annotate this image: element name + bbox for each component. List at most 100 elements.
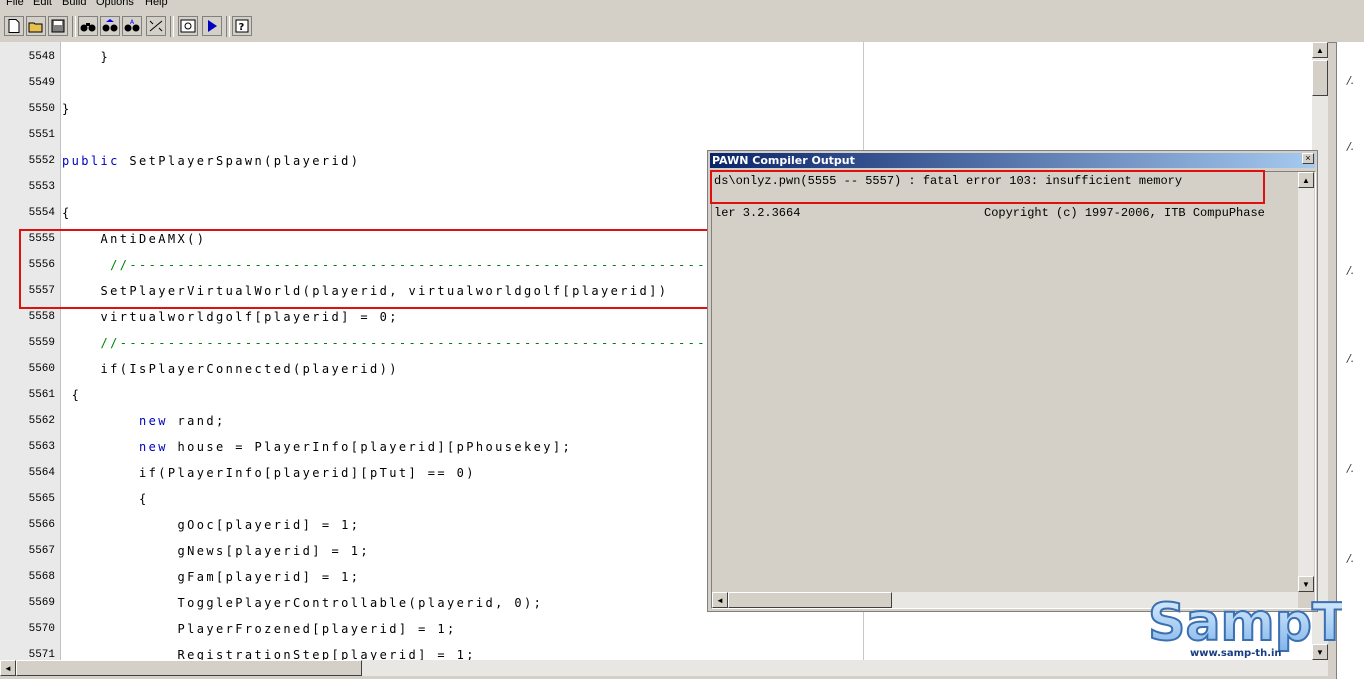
code-line: gNews[playerid] = 1; (62, 544, 370, 558)
code-line: TogglePlayerControllable(playerid, 0); (62, 596, 543, 610)
compile-icon[interactable] (178, 16, 198, 36)
samp-th-logo: SampTh www.samp-th.in (1147, 592, 1342, 659)
code-line: new rand; (62, 414, 226, 428)
code-text: if(PlayerInfo[playerid][pTut] == 0) (62, 466, 476, 480)
code-line: gFam[playerid] = 1; (62, 570, 360, 584)
logo-url: www.samp-th.in (1190, 648, 1282, 659)
panel-mark: /. (1347, 552, 1355, 565)
menu-help[interactable]: Help (145, 0, 168, 8)
find-next-icon[interactable] (100, 16, 120, 36)
compiler-output-text[interactable]: ds\onlyz.pwn(5555 -- 5557) : fatal error… (711, 171, 1316, 609)
toolbar: A ? (0, 12, 1364, 43)
open-folder-icon[interactable] (26, 16, 46, 36)
code-text: } (62, 102, 72, 116)
panel-mark: /. (1347, 462, 1355, 475)
scroll-left-icon[interactable]: ◄ (0, 660, 16, 676)
line-number: 5560 (28, 363, 55, 375)
scrollbar-thumb[interactable] (1312, 60, 1328, 96)
close-icon[interactable]: × (1302, 153, 1314, 164)
panel-mark: /. (1347, 264, 1355, 277)
menu-options[interactable]: Options (96, 0, 134, 8)
line-number: 5565 (28, 493, 55, 505)
code-line: } (62, 102, 72, 116)
line-number: 5562 (28, 415, 55, 427)
find-icon[interactable] (78, 16, 98, 36)
line-number: 5551 (28, 129, 55, 141)
code-text: { (62, 388, 82, 402)
line-number: 5550 (28, 103, 55, 115)
code-line: { (62, 388, 81, 402)
goto-line-icon[interactable] (146, 16, 166, 36)
panel-mark: /. (1347, 140, 1355, 153)
save-icon[interactable] (48, 16, 68, 36)
line-number: 5566 (28, 519, 55, 531)
scrollbar-thumb[interactable] (16, 660, 362, 676)
comment: //--------------------------------------… (62, 336, 717, 350)
code-text: PlayerFrozened[playerid] = 1; (62, 622, 457, 636)
code-line: { (62, 206, 72, 220)
line-number: 5554 (28, 207, 55, 219)
code-text: if(IsPlayerConnected(playerid)) (62, 362, 399, 376)
copyright-notice: Copyright (c) 1997-2006, ITB CompuPhase (984, 206, 1265, 220)
editor-horizontal-scrollbar[interactable]: ◄ (0, 660, 1328, 676)
scroll-up-icon[interactable]: ▲ (1298, 172, 1314, 188)
panel-mark: /. (1347, 352, 1355, 365)
scrollbar-thumb[interactable] (728, 592, 892, 608)
line-number: 5548 (28, 51, 55, 63)
menu-build[interactable]: Build (62, 0, 86, 8)
line-number: 5559 (28, 337, 55, 349)
output-vertical-scrollbar[interactable]: ▲ ▼ (1298, 172, 1314, 592)
code-line: new house = PlayerInfo[playerid][pPhouse… (62, 440, 572, 454)
code-text: gOoc[playerid] = 1; (62, 518, 361, 532)
code-text: virtualworldgolf[playerid] = 0; (62, 310, 399, 324)
code-line: gOoc[playerid] = 1; (62, 518, 360, 532)
code-line: virtualworldgolf[playerid] = 0; (62, 310, 399, 324)
line-number: 5567 (28, 545, 55, 557)
code-line: { (62, 492, 149, 506)
keyword: new (62, 440, 168, 454)
code-line: } (62, 50, 110, 64)
svg-text:?: ? (239, 22, 245, 33)
scroll-left-icon[interactable]: ◄ (712, 592, 728, 608)
code-text: RegistrationStep[playerid] = 1; (62, 648, 476, 660)
menu-bar: File Edit Build Options Help (0, 0, 1364, 12)
line-number: 5552 (28, 155, 55, 167)
run-icon[interactable] (202, 16, 222, 36)
scroll-up-icon[interactable]: ▲ (1312, 42, 1328, 58)
code-text: } (62, 50, 111, 64)
menu-file[interactable]: File (6, 0, 24, 8)
help-icon[interactable]: ? (232, 16, 252, 36)
code-text: rand; (167, 414, 226, 428)
dialog-title: PAWN Compiler Output (712, 154, 855, 167)
code-text: { (62, 206, 72, 220)
code-line: PlayerFrozened[playerid] = 1; (62, 622, 457, 636)
line-number: 5549 (28, 77, 55, 89)
replace-icon[interactable]: A (122, 16, 142, 36)
code-text: house = PlayerInfo[playerid][pPhousekey]… (167, 440, 573, 454)
menu-edit[interactable]: Edit (33, 0, 52, 8)
line-number: 5563 (28, 441, 55, 453)
line-number: 5570 (28, 623, 55, 635)
code-text: TogglePlayerControllable(playerid, 0); (62, 596, 544, 610)
code-highlight-box (19, 229, 710, 309)
code-line: RegistrationStep[playerid] = 1; (62, 648, 476, 660)
panel-mark: /. (1347, 74, 1355, 87)
error-highlight-box (710, 170, 1265, 204)
svg-text:A: A (130, 19, 135, 26)
code-line: if(PlayerInfo[playerid][pTut] == 0) (62, 466, 476, 480)
logo-wordmark: SampTh (1148, 593, 1342, 653)
dialog-titlebar[interactable]: PAWN Compiler Output (710, 153, 1315, 168)
line-number: 5553 (28, 181, 55, 193)
code-text: { (62, 492, 149, 506)
line-number: 5569 (28, 597, 55, 609)
compiler-output-dialog: PAWN Compiler Output × ds\onlyz.pwn(5555… (707, 150, 1318, 612)
line-number: 5561 (28, 389, 55, 401)
line-number: 5558 (28, 311, 55, 323)
code-text: gNews[playerid] = 1; (62, 544, 370, 558)
line-number-gutter: 5548 5549 5550 5551 5552 5553 5554 5555 5556 5557… (0, 42, 61, 660)
code-line: if(IsPlayerConnected(playerid)) (62, 362, 399, 376)
new-file-icon[interactable] (4, 16, 24, 36)
keyword: public (62, 154, 120, 168)
code-line: public SetPlayerSpawn(playerid) (62, 154, 360, 168)
line-number: 5568 (28, 571, 55, 583)
